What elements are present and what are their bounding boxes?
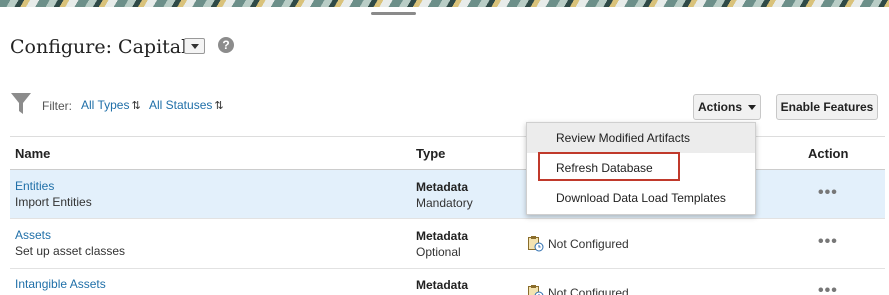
actions-button-label: Actions: [697, 100, 742, 114]
filter-all-types[interactable]: All Types ⇅: [81, 98, 141, 112]
filter-all-statuses-label: All Statuses: [149, 98, 213, 112]
title-dropdown-button[interactable]: [184, 38, 205, 54]
sort-icon: ⇅: [131, 100, 141, 112]
row-description: Import Entities: [15, 195, 92, 209]
funnel-icon[interactable]: [10, 92, 32, 116]
clipboard-clock-icon: [528, 285, 544, 295]
help-icon[interactable]: ?: [218, 37, 234, 53]
sort-icon: ⇅: [214, 100, 224, 112]
row-actions-menu-icon[interactable]: •••: [818, 233, 838, 251]
row-actions-menu-icon[interactable]: •••: [818, 282, 838, 295]
caret-down-icon: [748, 104, 756, 110]
drag-handle[interactable]: [371, 12, 416, 15]
column-header-action: Action: [808, 146, 849, 161]
row-status: Not Configured: [527, 284, 629, 295]
decorative-banner: [0, 0, 889, 7]
row-status-label: Not Configured: [548, 236, 629, 251]
row-type: Metadata: [416, 278, 469, 292]
page-title: Configure: Capital: [10, 36, 188, 58]
highlight-box: [538, 152, 680, 181]
row-type: Metadata: [416, 180, 469, 194]
filter-all-statuses[interactable]: All Statuses ⇅: [149, 98, 224, 112]
filter-all-types-label: All Types: [81, 98, 130, 112]
row-name-link[interactable]: Assets: [15, 228, 51, 242]
row-description: Set up asset classes: [15, 244, 126, 258]
row-type: Metadata: [416, 229, 469, 243]
column-header-name[interactable]: Name: [15, 146, 50, 161]
actions-button[interactable]: Actions: [693, 94, 761, 120]
filter-label: Filter:: [42, 99, 72, 113]
row-status-label: Not Configured: [548, 285, 629, 295]
row-requirement: Optional: [416, 245, 461, 259]
chevron-down-icon: [190, 43, 199, 49]
menu-item-review-modified-artifacts[interactable]: Review Modified Artifacts: [527, 123, 755, 153]
row-name-link[interactable]: Entities: [15, 179, 54, 193]
enable-features-button[interactable]: Enable Features: [776, 94, 878, 120]
row-name-link[interactable]: Intangible Assets: [15, 277, 106, 291]
menu-item-download-data-load-templates[interactable]: Download Data Load Templates: [527, 183, 755, 213]
row-status: Not Configured: [527, 235, 629, 252]
table-row[interactable]: Assets Set up asset classes Metadata Opt…: [10, 219, 885, 268]
clipboard-clock-icon: [528, 236, 544, 252]
row-actions-menu-icon[interactable]: •••: [818, 184, 838, 202]
column-header-type[interactable]: Type: [416, 146, 445, 161]
table-row[interactable]: Intangible Assets Metadata Not Configure…: [10, 269, 885, 295]
row-requirement: Mandatory: [416, 196, 473, 210]
